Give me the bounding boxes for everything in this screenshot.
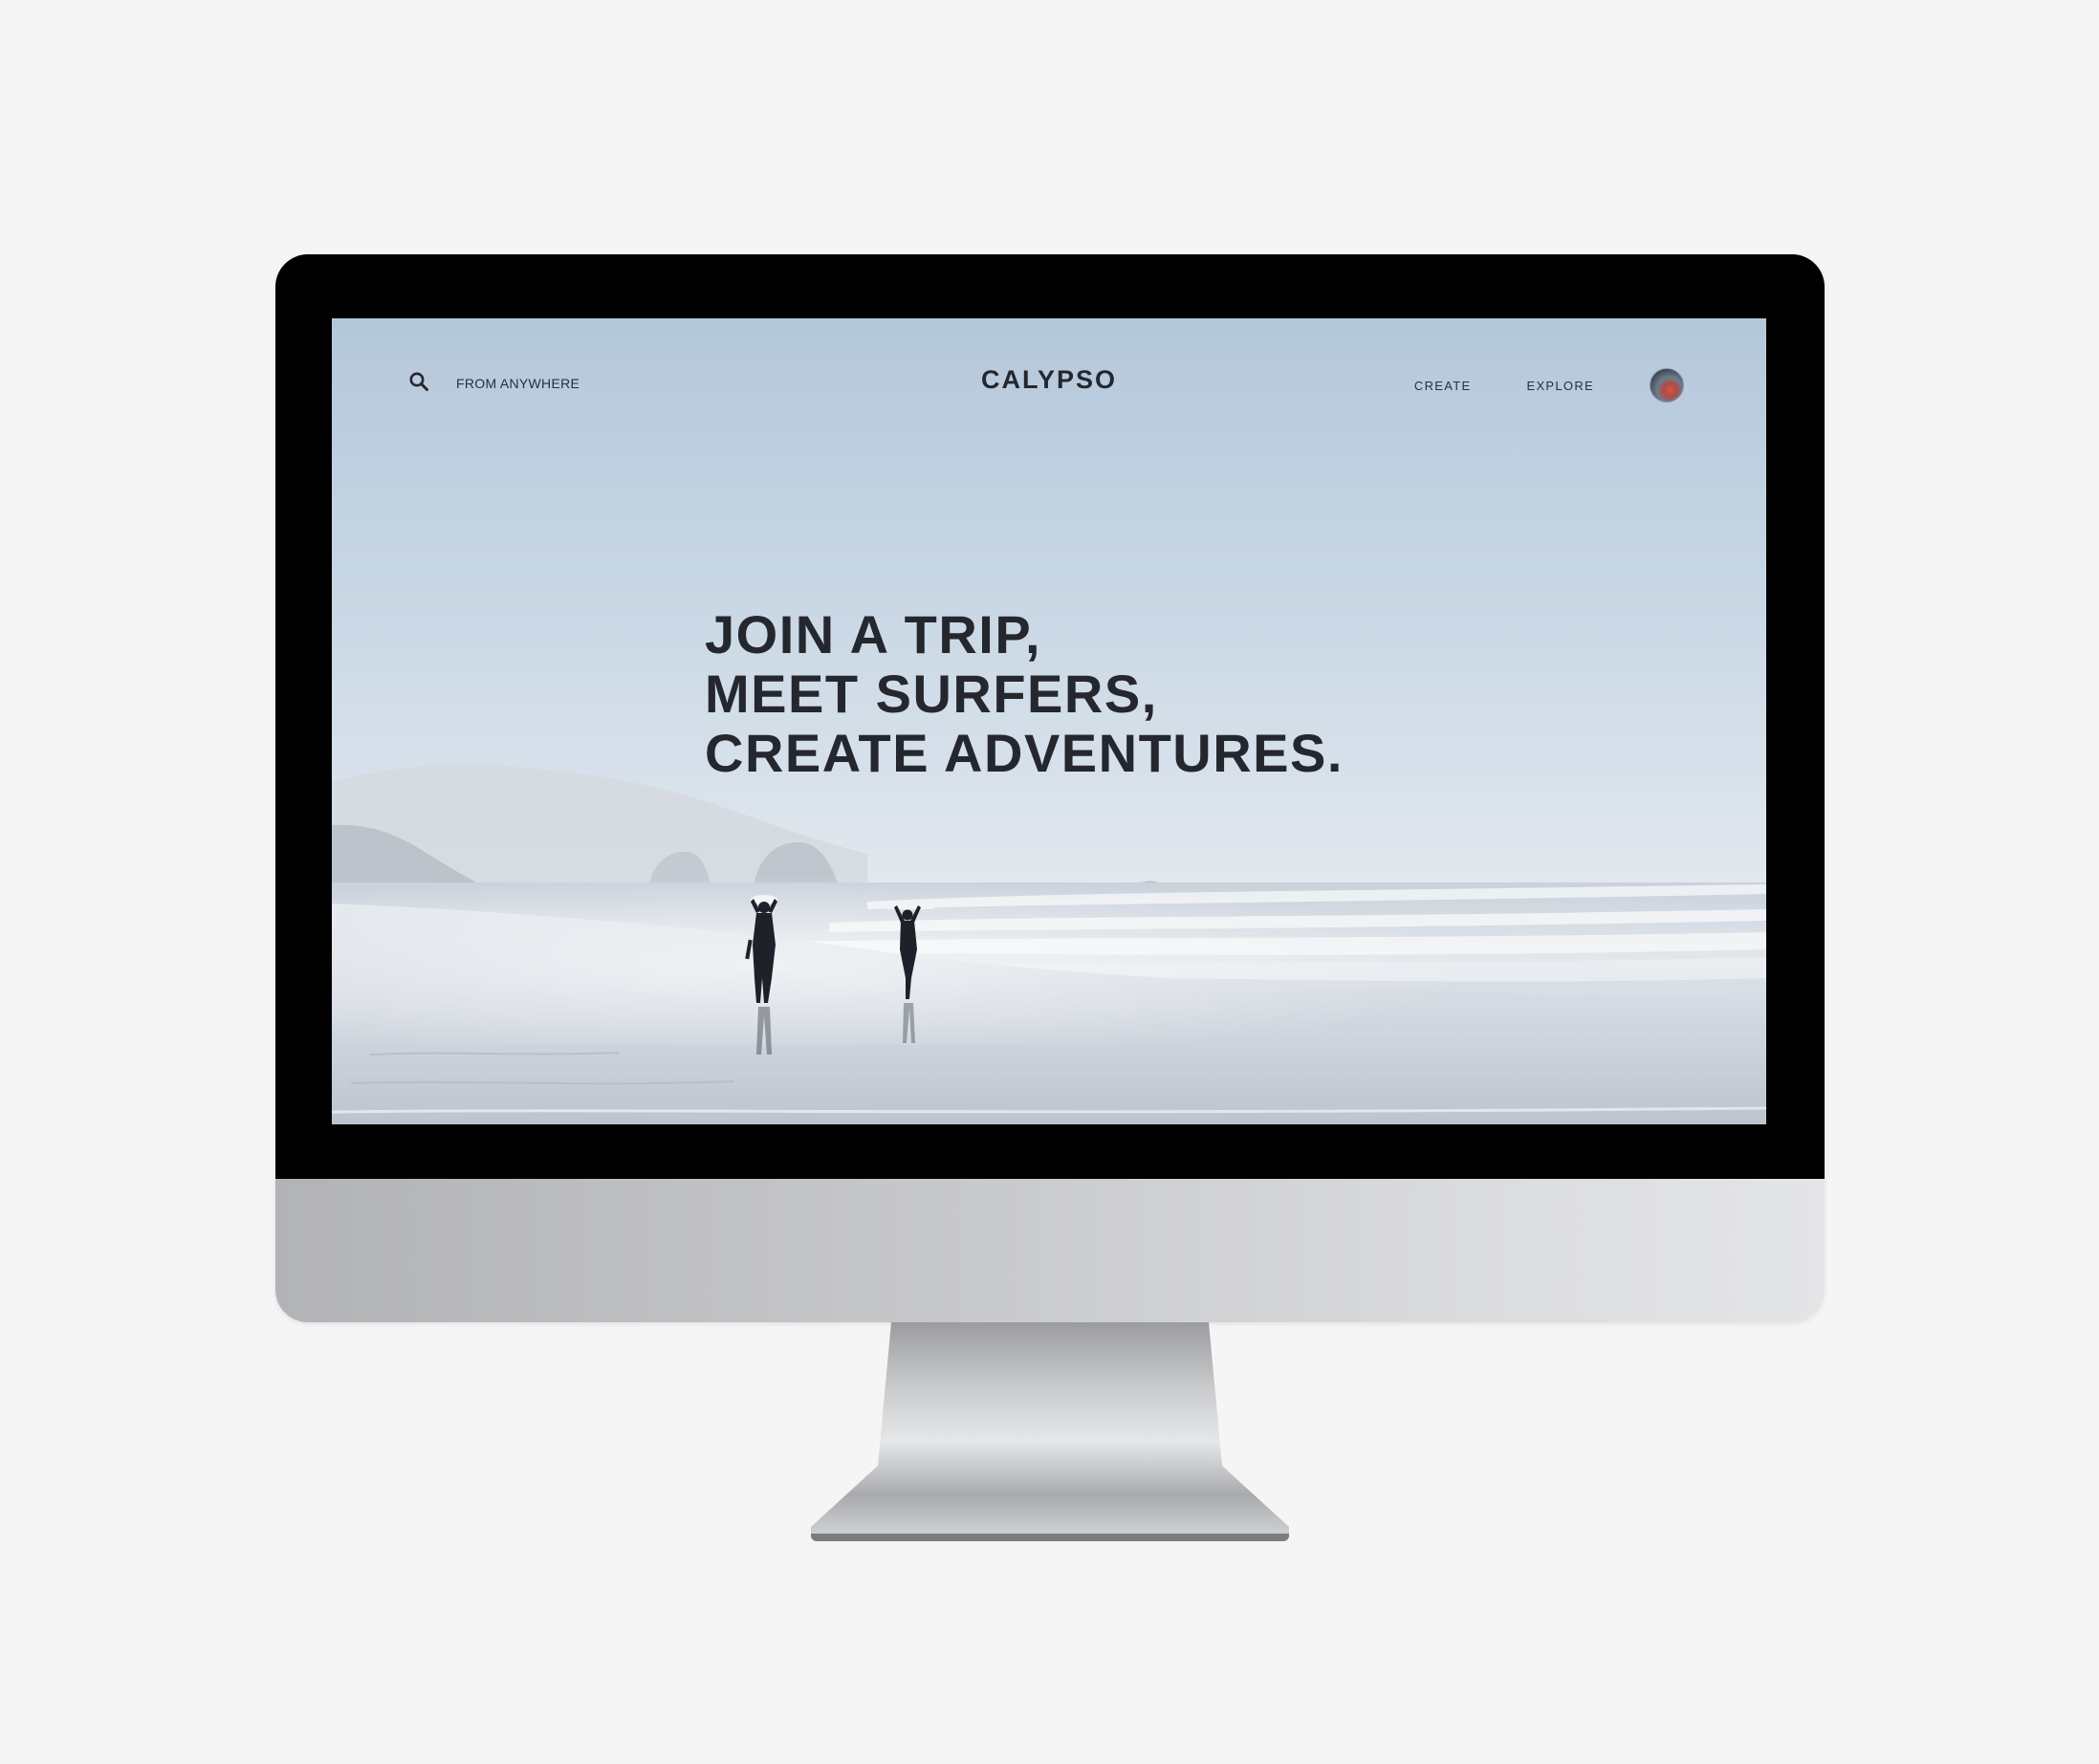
nav-link-create[interactable]: CREATE: [1414, 379, 1472, 393]
nav-link-explore[interactable]: EXPLORE: [1526, 379, 1594, 393]
hero-line: MEET SURFERS,: [705, 664, 1158, 724]
main-nav: CREATE EXPLORE: [1414, 368, 1684, 403]
imac-monitor: FROM ANYWHERE CALYPSO CREATE EXPLORE JOI…: [275, 254, 1825, 1322]
monitor-stand-base: [811, 1534, 1289, 1541]
website-screen: FROM ANYWHERE CALYPSO CREATE EXPLORE JOI…: [332, 318, 1766, 1124]
hero-line: CREATE ADVENTURES.: [705, 723, 1344, 783]
mockup-stage: FROM ANYWHERE CALYPSO CREATE EXPLORE JOI…: [0, 0, 2099, 1764]
monitor-stand: [811, 1322, 1289, 1538]
avatar[interactable]: [1650, 368, 1684, 403]
hero-heading: JOIN A TRIP, MEET SURFERS, CREATE ADVENT…: [705, 605, 1344, 783]
monitor-chin: [275, 1179, 1825, 1322]
hero-line: JOIN A TRIP,: [705, 604, 1042, 664]
